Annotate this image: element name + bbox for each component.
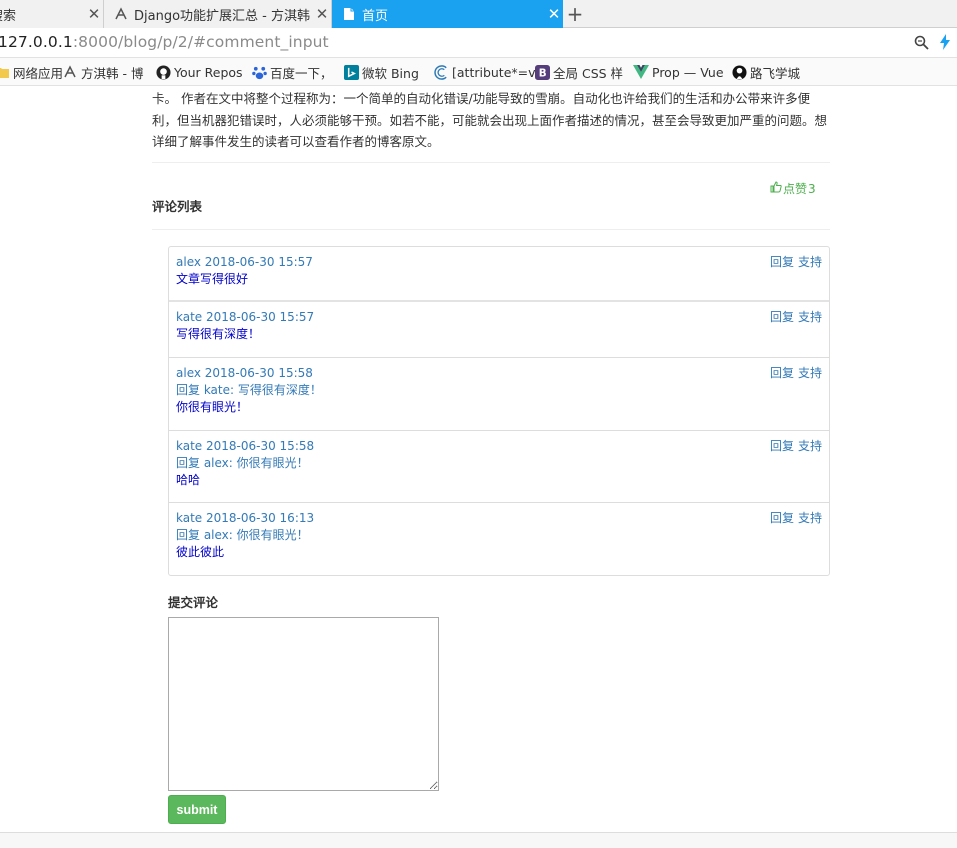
comment-meta: alex 2018-06-30 15:57 [176, 255, 313, 269]
comment-actions: 回复 支持 [766, 309, 822, 326]
bookmark-label: 方淇韩 - 博 [81, 65, 144, 81]
comment-actions: 回复 支持 [766, 254, 822, 271]
support-button[interactable]: 支持 [798, 255, 822, 269]
close-icon[interactable]: ✕ [85, 5, 103, 23]
reply-button[interactable]: 回复 [770, 310, 794, 324]
comment-reply-to: 回复 alex: 你很有眼光！ [176, 528, 309, 542]
comment-item: kate 2018-06-30 15:58 回复 alex: 你很有眼光！ 哈哈… [169, 431, 829, 503]
bing-icon [343, 64, 359, 80]
comment-body: 彼此彼此 [176, 545, 225, 559]
comment-reply-to: 回复 alex: 你很有眼光！ [176, 456, 309, 470]
url-host: 127.0.0.1 [0, 33, 73, 51]
support-button[interactable]: 支持 [798, 366, 822, 380]
submit-comment-title: 提交评论 [168, 595, 219, 610]
support-button[interactable]: 支持 [798, 439, 822, 453]
bookmark-label: 百度一下， [270, 65, 333, 81]
support-button[interactable]: 支持 [798, 511, 822, 525]
tab-title: 首页 [362, 8, 389, 24]
comment-meta: kate 2018-06-30 15:58 [176, 439, 315, 453]
svg-text:B: B [538, 67, 546, 79]
comment-meta: kate 2018-06-30 16:13 [176, 511, 315, 525]
luffy-icon [731, 64, 747, 80]
comment-meta: kate 2018-06-30 15:57 [176, 310, 315, 324]
tab-title: 搜索 [0, 8, 17, 24]
tab-search[interactable]: 搜索 ✕ [0, 0, 104, 28]
article-paragraph: 卡。 作者在文中将整个过程称为：一个简单的自动化错误/功能导致的雪崩。自动化也许… [152, 91, 828, 149]
vue-icon [633, 64, 649, 80]
lightning-icon[interactable] [939, 34, 951, 54]
blog-icon [62, 64, 78, 80]
close-icon[interactable]: ✕ [313, 5, 331, 23]
comment-item: alex 2018-06-30 15:58 回复 kate: 写得很有深度！ 你… [169, 358, 829, 431]
comment-body: 你很有眼光！ [176, 400, 249, 414]
bookmarks-bar: 网络应用 方淇韩 - 博 Your Repos 百度一下， 微软 Bing [a… [0, 58, 957, 86]
bookmark-web-apps[interactable]: 网络应用 [0, 62, 63, 82]
comment-body: 文章写得很好 [176, 272, 249, 286]
github-icon [155, 64, 171, 80]
bookmark-label: 网络应用 [13, 65, 64, 81]
like-button[interactable]: 点赞 3 [770, 180, 816, 197]
support-button[interactable]: 支持 [798, 310, 822, 324]
page-icon [341, 6, 357, 22]
like-count: 3 [808, 181, 816, 196]
new-tab-button[interactable]: + [564, 0, 586, 28]
bookmark-label: 微软 Bing [362, 65, 419, 81]
divider [152, 229, 830, 230]
url-field[interactable]: 127.0.0.1:8000/blog/p/2/#comment_input [0, 33, 329, 51]
bookmark-bing[interactable]: 微软 Bing [343, 62, 419, 82]
tab-django-blog[interactable]: Django功能扩展汇总 - 方淇韩 - ✕ [104, 0, 332, 28]
reply-button[interactable]: 回复 [770, 511, 794, 525]
address-bar-icons [914, 34, 951, 54]
reply-button[interactable]: 回复 [770, 366, 794, 380]
comment-item: kate 2018-06-30 16:13 回复 alex: 你很有眼光！ 彼此… [169, 503, 829, 575]
bookmark-attribute[interactable]: [attribute*=v [433, 62, 536, 82]
page-bottom-edge [0, 832, 957, 848]
bookmark-github[interactable]: Your Repos [155, 62, 243, 82]
bookmark-baidu[interactable]: 百度一下， [251, 62, 333, 82]
comment-meta: alex 2018-06-30 15:58 [176, 366, 313, 380]
like-label: 点赞 [783, 182, 808, 196]
bookmark-label: [attribute*=v [452, 64, 536, 80]
bookmark-label: 全局 CSS 样 [553, 65, 624, 81]
bookmark-blog[interactable]: 方淇韩 - 博 [62, 62, 143, 82]
bootstrap-icon: B [534, 64, 550, 80]
reply-button[interactable]: 回复 [770, 439, 794, 453]
submit-button[interactable]: submit [168, 795, 226, 824]
zoom-icon[interactable] [914, 35, 929, 54]
page-content: 卡。 作者在文中将整个过程称为：一个简单的自动化错误/功能导致的雪崩。自动化也许… [0, 86, 957, 832]
comment-list-title: 评论列表 [152, 199, 203, 214]
comment-textarea[interactable] [168, 617, 439, 791]
comment-actions: 回复 支持 [766, 510, 822, 527]
baidu-icon [251, 64, 267, 80]
tab-strip: 搜索 ✕ Django功能扩展汇总 - 方淇韩 - ✕ 首页 ✕ + [0, 0, 957, 28]
comment-item: alex 2018-06-30 15:57 文章写得很好 回复 支持 [169, 247, 829, 302]
comment-actions: 回复 支持 [766, 365, 822, 382]
bookmark-vue[interactable]: Prop — Vue [633, 62, 724, 82]
divider [152, 162, 830, 163]
folder-icon [0, 64, 10, 80]
tab-home[interactable]: 首页 ✕ [332, 0, 563, 28]
bookmark-label: Your Repos [174, 64, 243, 80]
close-icon[interactable]: ✕ [545, 5, 563, 23]
bookmark-label: Prop — Vue [652, 64, 724, 80]
url-path: :8000/blog/p/2/#comment_input [72, 33, 329, 51]
blog-icon [113, 6, 129, 22]
comment-reply-to: 回复 kate: 写得很有深度！ [176, 383, 322, 397]
reply-button[interactable]: 回复 [770, 255, 794, 269]
bookmark-bootstrap[interactable]: B 全局 CSS 样 [534, 62, 623, 82]
thumbs-up-icon [770, 181, 782, 196]
tab-title: Django功能扩展汇总 - 方淇韩 - [134, 8, 313, 24]
comment-actions: 回复 支持 [766, 438, 822, 455]
comment-list: alex 2018-06-30 15:57 文章写得很好 回复 支持 kate 2… [168, 246, 830, 576]
bookmark-luffy[interactable]: 路飞学城 [731, 62, 800, 82]
w3-icon [433, 64, 449, 80]
address-bar[interactable]: 127.0.0.1:8000/blog/p/2/#comment_input [0, 28, 957, 58]
comment-body: 写得很有深度！ [176, 327, 261, 341]
bookmark-label: 路飞学城 [750, 65, 801, 81]
comment-body: 哈哈 [176, 473, 201, 487]
comment-item: kate 2018-06-30 15:57 写得很有深度！ 回复 支持 [169, 302, 829, 358]
